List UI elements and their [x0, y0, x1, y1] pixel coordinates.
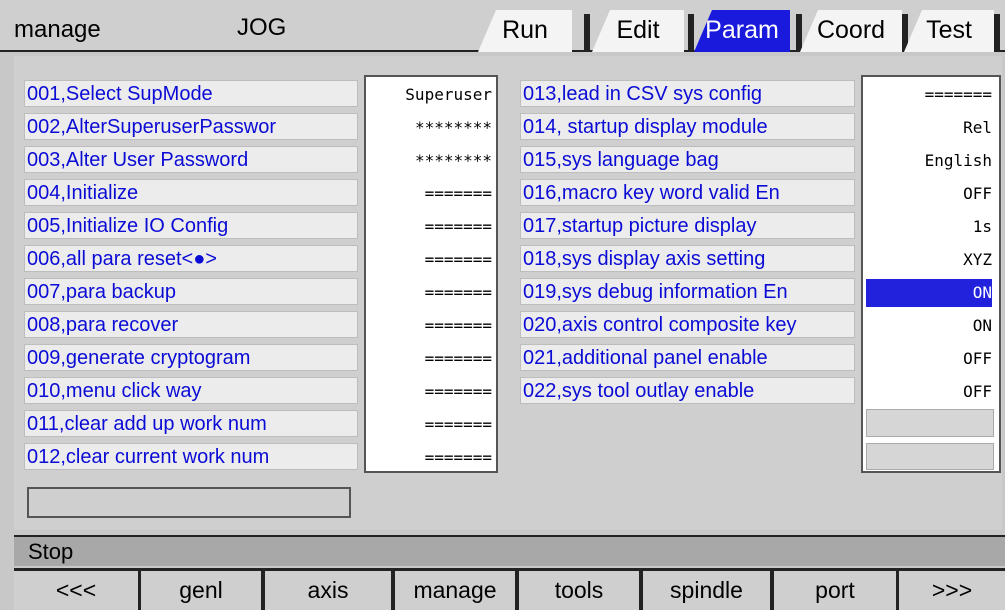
fkey-label: spindle: [670, 577, 743, 603]
next-page-button[interactable]: >>>: [899, 571, 1005, 610]
tab-edit[interactable]: Edit: [592, 10, 684, 52]
param-label: 003,Alter User Password: [27, 149, 249, 171]
header-bar: manage JOG Run Edit Param Coord Test: [0, 0, 1005, 52]
param-value[interactable]: =======: [368, 279, 492, 307]
tab-divider: [796, 14, 802, 52]
param-label: 006,all para reset<●>: [27, 248, 217, 270]
param-value[interactable]: Rel: [866, 114, 992, 142]
param-label: 009,generate cryptogram: [27, 347, 251, 369]
param-label: 021,additional panel enable: [523, 347, 768, 369]
param-value[interactable]: =======: [368, 444, 492, 472]
param-label: 017,startup picture display: [523, 215, 757, 237]
param-label: 019,sys debug information En: [523, 281, 788, 303]
tab-label: Edit: [616, 16, 660, 44]
param-value[interactable]: 1s: [866, 213, 992, 241]
tab-divider: [688, 14, 694, 52]
param-value[interactable]: Superuser: [368, 81, 492, 109]
manage-button[interactable]: manage: [395, 571, 515, 610]
status-text: Stop: [28, 539, 74, 564]
param-label: 022,sys tool outlay enable: [523, 380, 755, 402]
param-label: 007,para backup: [27, 281, 177, 303]
param-value[interactable]: =======: [866, 81, 992, 109]
param-value[interactable]: =======: [368, 345, 492, 373]
screen-title: manage: [14, 16, 101, 43]
tab-label: Test: [926, 16, 972, 44]
param-label: 018,sys display axis setting: [523, 248, 766, 270]
fkey-label: manage: [413, 577, 497, 603]
param-value[interactable]: OFF: [866, 180, 992, 208]
param-value[interactable]: ON: [866, 312, 992, 340]
param-value[interactable]: XYZ: [866, 246, 992, 274]
fkey-label: genl: [179, 577, 223, 603]
tab-run[interactable]: Run: [478, 10, 572, 52]
param-label: 002,AlterSuperuserPasswor: [27, 116, 277, 138]
mode-indicator: JOG: [237, 14, 287, 41]
param-label: 011,clear add up work num: [27, 413, 267, 435]
param-value[interactable]: ********: [368, 114, 492, 142]
command-input[interactable]: [27, 487, 351, 518]
param-label: 015,sys language bag: [523, 149, 719, 171]
param-value[interactable]: =======: [368, 312, 492, 340]
tab-label: Param: [705, 16, 779, 44]
tab-divider: [584, 14, 590, 52]
fkey-label: axis: [307, 577, 349, 603]
spindle-button[interactable]: spindle: [643, 571, 770, 610]
tab-param[interactable]: Param: [694, 10, 790, 52]
param-value[interactable]: =======: [368, 246, 492, 274]
param-value[interactable]: =======: [368, 213, 492, 241]
param-value[interactable]: =======: [368, 411, 492, 439]
param-value[interactable]: English: [866, 147, 992, 175]
param-value[interactable]: OFF: [866, 345, 992, 373]
param-label: 010,menu click way: [27, 380, 202, 402]
tab-label: Run: [502, 16, 548, 44]
param-value[interactable]: OFF: [866, 378, 992, 406]
param-value[interactable]: =======: [368, 378, 492, 406]
genl-button[interactable]: genl: [141, 571, 261, 610]
param-label: 004,Initialize: [27, 182, 139, 204]
param-label: 001,Select SupMode: [27, 83, 213, 105]
param-label: 020,axis control composite key: [523, 314, 797, 336]
param-label: 014, startup display module: [523, 116, 768, 138]
param-label: 008,para recover: [27, 314, 179, 336]
tab-test[interactable]: Test: [904, 10, 994, 52]
fkey-label: <<<: [55, 577, 97, 603]
fkey-label: >>>: [931, 577, 973, 603]
param-label: 016,macro key word valid En: [523, 182, 780, 204]
fkey-label: port: [815, 577, 855, 603]
tools-button[interactable]: tools: [519, 571, 639, 610]
status-bar: Stop: [14, 535, 1005, 566]
param-label: 012,clear current work num: [27, 446, 270, 468]
tab-label: Coord: [816, 16, 886, 44]
param-value[interactable]: =======: [368, 180, 492, 208]
empty-value-slot: [866, 409, 994, 437]
tab-coord[interactable]: Coord: [800, 10, 902, 52]
param-label: 013,lead in CSV sys config: [523, 83, 763, 105]
function-key-bar: <<< genl axis manage tools spindle port …: [14, 568, 1005, 610]
fkey-label: tools: [554, 577, 604, 603]
port-button[interactable]: port: [774, 571, 896, 610]
param-label: 005,Initialize IO Config: [27, 215, 229, 237]
prev-page-button[interactable]: <<<: [14, 571, 138, 610]
empty-value-slot: [866, 443, 994, 470]
axis-button[interactable]: axis: [265, 571, 391, 610]
tab-divider: [994, 14, 1000, 52]
param-value[interactable]: ********: [368, 147, 492, 175]
param-value-selected[interactable]: ON: [866, 279, 992, 307]
